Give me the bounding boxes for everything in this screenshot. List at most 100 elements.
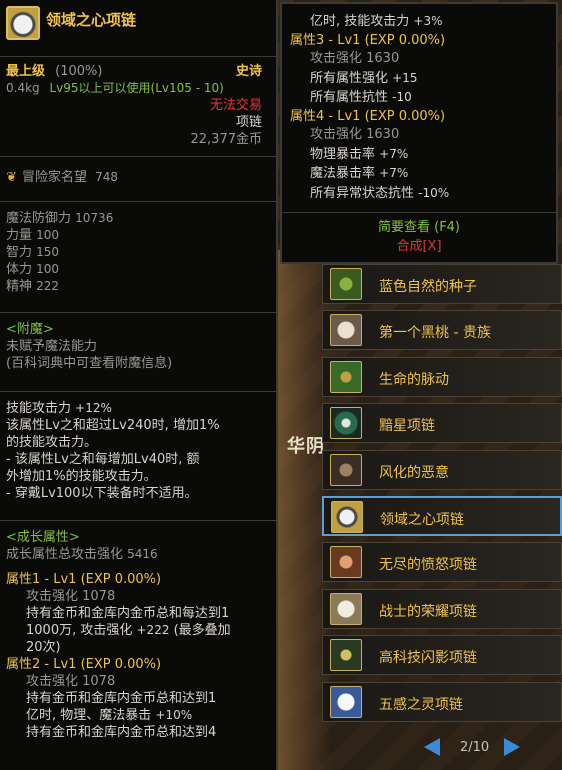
- tooltip-header: 领域之心项链: [0, 0, 276, 56]
- enchant-title: <附魔>: [6, 322, 54, 337]
- attr2-title: 属性2 - Lv1 (EXP 0.00%): [6, 657, 162, 672]
- next-page-icon[interactable]: [504, 738, 520, 756]
- fame-value: 748: [95, 170, 119, 184]
- list-item-label: 五感之灵项链: [379, 696, 463, 713]
- item-price: 22,377金币: [190, 132, 263, 147]
- stat-value: 100: [36, 228, 60, 242]
- weathered-icon: [330, 453, 362, 486]
- attr3-stat: 所有属性强化: [310, 70, 389, 86]
- glory-icon: [330, 592, 362, 625]
- necklace-icon: [6, 6, 40, 40]
- fury-icon: [330, 546, 362, 579]
- stat-label: 体力: [6, 262, 33, 277]
- stat-value: 100: [36, 262, 60, 276]
- attr3-stat-value: +15: [392, 70, 418, 85]
- attr2-bonus: +10%: [155, 708, 193, 722]
- fame-section: ❦ 冒险家名望 748: [0, 157, 276, 201]
- spirit-icon: [330, 685, 362, 718]
- attr3-stat-value: -10: [392, 90, 412, 104]
- stat-value: 150: [36, 245, 60, 259]
- list-item[interactable]: 五感之灵项链: [322, 681, 562, 722]
- growth-title: <成长属性>: [6, 530, 80, 545]
- list-item-label: 黯星项链: [379, 418, 435, 435]
- combine-button[interactable]: 合成[X]: [282, 238, 556, 257]
- list-item[interactable]: 蓝色自然的种子: [322, 264, 562, 304]
- list-item-label: 无尽的愤怒项链: [379, 557, 477, 574]
- stat-label: 力量: [6, 228, 33, 243]
- brief-view-button[interactable]: 简要查看 (F4): [282, 219, 556, 238]
- list-item[interactable]: 高科技闪影项链: [322, 635, 562, 676]
- list-item-label: 高科技闪影项链: [379, 650, 477, 667]
- domain-heart-icon: [331, 500, 363, 533]
- spade-icon: [330, 314, 362, 347]
- list-item[interactable]: 战士的荣耀项链: [322, 588, 562, 629]
- stat-value: 222: [36, 279, 60, 293]
- growth-total-label: 成长属性总攻击强化: [6, 547, 124, 562]
- list-item[interactable]: 风化的恶意: [322, 449, 562, 490]
- stat-label: 精神: [6, 279, 33, 294]
- list-item-label: 第一个黑桃 - 贵族: [379, 325, 491, 342]
- page-indicator: 2/10: [460, 740, 490, 755]
- stat-value: 10736: [75, 211, 114, 225]
- skill-label: 技能攻击力: [6, 401, 72, 416]
- tech-icon: [330, 639, 362, 672]
- pagination: 2/10: [420, 736, 530, 758]
- attr4-stat-value: +7%: [379, 166, 409, 180]
- stats-section: 魔法防御力 10736 力量 100 智力 150 体力 100 精神 222: [0, 202, 276, 312]
- attr2-line: 持有金币和金库内金币总和达到4: [26, 725, 217, 740]
- popup-line: 亿时, 技能攻击力: [310, 14, 410, 29]
- skill-line: 的技能攻击力。: [6, 435, 98, 450]
- attr1-title: 属性1 - Lv1 (EXP 0.00%): [6, 572, 162, 587]
- stat-label: 魔法防御力: [6, 211, 72, 226]
- item-tooltip: 领域之心项链 最上级 (100%) 史诗 0.4kg Lv95以上可以使用(Lv1…: [0, 0, 278, 770]
- seed-icon: [330, 268, 362, 300]
- attr4-stat: 所有异常状态抗性: [310, 185, 415, 201]
- necklace-list: 蓝色自然的种子 第一个黑桃 - 贵族 生命的脉动 黯星项链 风化的恶意 领域之心…: [322, 264, 562, 728]
- attr1-line: 1000万, 攻击强化: [26, 623, 133, 638]
- attr3-atk: 攻击强化 1630: [310, 51, 400, 66]
- attr2-line: 亿时, 物理、魔法暴击: [26, 708, 152, 723]
- list-item-selected[interactable]: 领域之心项链: [322, 495, 562, 536]
- skill-value: +12%: [75, 401, 112, 415]
- prev-page-icon[interactable]: [424, 738, 440, 756]
- attr4-atk: 攻击强化 1630: [310, 127, 400, 142]
- attr1-atk: 攻击强化 1078: [26, 589, 116, 604]
- attr3-stat: 所有属性抗性: [310, 90, 389, 105]
- attr4-stat: 魔法暴击率: [310, 166, 376, 181]
- fame-label: 冒险家名望: [22, 170, 88, 185]
- item-rarity: 史诗: [235, 64, 262, 79]
- skill-section: 技能攻击力 +12% 该属性Lv之和超过Lv240时, 增加1% 的技能攻击力。…: [0, 392, 276, 520]
- list-item[interactable]: 无尽的愤怒项链: [322, 542, 562, 583]
- growth-total-value: 5416: [127, 547, 158, 561]
- list-item[interactable]: 黯星项链: [322, 403, 562, 444]
- list-item-label: 风化的恶意: [379, 464, 449, 481]
- laurel-icon: ❦: [6, 170, 17, 185]
- attr1-line: 20次): [26, 640, 61, 655]
- item-grade: 最上级: [6, 64, 46, 79]
- attr1-bonus: +222: [136, 623, 170, 637]
- list-item-label: 蓝色自然的种子: [379, 279, 477, 295]
- list-item[interactable]: 第一个黑桃 - 贵族: [322, 310, 562, 351]
- list-item-label: 生命的脉动: [379, 371, 449, 388]
- attr1-line: 持有金币和金库内金币总和每达到1: [26, 606, 230, 621]
- item-basic-info: 最上级 (100%) 史诗 0.4kg Lv95以上可以使用(Lv105 - 10…: [0, 57, 276, 156]
- background-sign: 华阴: [287, 436, 325, 457]
- attr2-line: 持有金币和金库内金币总和达到1: [26, 691, 217, 706]
- enchant-line: (百科词典中可查看附魔信息): [6, 356, 173, 371]
- item-type: 项链: [235, 115, 262, 130]
- attr4-title: 属性4 - Lv1 (EXP 0.00%): [290, 108, 446, 124]
- skill-line: 外增加1%的技能攻击力。: [6, 469, 157, 484]
- item-name: 领域之心项链: [46, 11, 137, 29]
- skill-line: - 该属性Lv之和每增加Lv40时, 额: [6, 452, 200, 467]
- list-item[interactable]: 生命的脉动: [322, 356, 562, 397]
- attr4-stat-value: +7%: [379, 146, 409, 161]
- enchant-section: <附魔> 未赋予魔法能力 (百科词典中可查看附魔信息): [0, 313, 276, 391]
- popup-bonus: +3%: [413, 14, 443, 28]
- item-grade-pct: (100%): [55, 64, 103, 79]
- enchant-line: 未赋予魔法能力: [6, 339, 98, 354]
- list-item-label: 领域之心项链: [380, 511, 464, 528]
- attr2-atk: 攻击强化 1078: [26, 674, 116, 689]
- dark-star-icon: [330, 407, 362, 440]
- attr1-line: (最多叠加: [173, 623, 231, 638]
- pulse-icon: [330, 360, 362, 393]
